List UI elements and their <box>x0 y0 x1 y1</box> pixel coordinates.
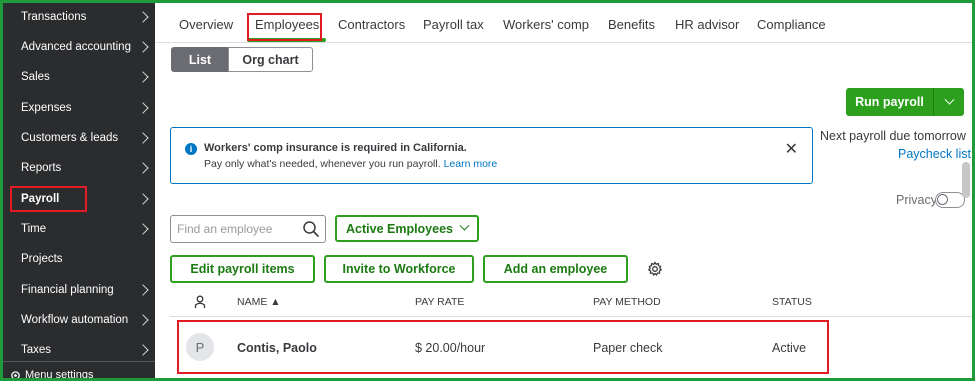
sidebar-item-label: Sales <box>21 71 50 83</box>
search-input[interactable] <box>171 217 296 241</box>
privacy-label: Privacy <box>896 193 937 207</box>
column-header-status: STATUS <box>772 296 812 308</box>
sidebar-item-label: Time <box>21 223 47 235</box>
sidebar-item-label: Customers & leads <box>21 132 119 144</box>
org-chart-view-button[interactable]: Org chart <box>228 47 313 72</box>
sidebar-item-label: Workflow automation <box>21 314 129 326</box>
tab-contractors[interactable]: Contractors <box>338 17 405 32</box>
chevron-right-icon <box>137 193 149 205</box>
edit-payroll-items-button[interactable]: Edit payroll items <box>170 255 315 283</box>
workers-comp-info-banner: i Workers' comp insurance is required in… <box>170 127 813 184</box>
tab-compliance[interactable]: Compliance <box>757 17 826 32</box>
sidebar-item-expenses[interactable]: Expenses <box>0 93 155 123</box>
tab-payroll-tax[interactable]: Payroll tax <box>423 17 484 32</box>
sidebar-item-time[interactable]: Time <box>0 214 155 244</box>
sidebar-item-label: Advanced accounting <box>21 41 131 53</box>
close-icon[interactable]: ✕ <box>785 142 798 158</box>
tab-overview[interactable]: Overview <box>179 17 233 32</box>
tab-hr-advisor[interactable]: HR advisor <box>675 17 739 32</box>
sidebar-item-financial-planning[interactable]: Financial planning <box>0 275 155 305</box>
learn-more-link[interactable]: Learn more <box>444 158 498 170</box>
column-header-pay-rate: PAY RATE <box>415 296 465 308</box>
sidebar-item-workflow-automation[interactable]: Workflow automation <box>0 305 155 335</box>
sidebar-item-transactions[interactable]: Transactions <box>0 2 155 32</box>
column-header-pay-method: PAY METHOD <box>593 296 661 308</box>
chevron-right-icon <box>137 223 149 235</box>
privacy-toggle[interactable] <box>935 192 965 208</box>
sidebar: Transactions Advanced accounting Sales E… <box>0 0 155 381</box>
chevron-down-icon <box>944 94 954 105</box>
active-employees-filter[interactable]: Active Employees <box>335 215 479 242</box>
chevron-right-icon <box>137 71 149 83</box>
gear-icon[interactable] <box>647 261 663 277</box>
info-icon: i <box>185 143 197 155</box>
sidebar-item-label: Expenses <box>21 102 72 114</box>
next-payroll-text: Next payroll due tomorrow <box>820 129 966 143</box>
add-employee-button[interactable]: Add an employee <box>483 255 628 283</box>
sidebar-item-reports[interactable]: Reports <box>0 153 155 183</box>
chevron-right-icon <box>137 102 149 114</box>
sidebar-divider <box>0 361 155 362</box>
list-view-button[interactable]: List <box>171 47 229 72</box>
chevron-right-icon <box>137 132 149 144</box>
sidebar-item-label: Financial planning <box>21 284 114 296</box>
tab-benefits[interactable]: Benefits <box>608 17 655 32</box>
chevron-down-icon <box>459 220 470 231</box>
tabs-divider <box>155 42 975 43</box>
row-divider <box>170 316 975 317</box>
run-payroll-split-button: Run payroll <box>846 88 964 116</box>
sidebar-item-customers-leads[interactable]: Customers & leads <box>0 123 155 153</box>
chevron-right-icon <box>137 284 149 296</box>
chevron-right-icon <box>137 41 149 53</box>
toggle-knob <box>937 194 948 205</box>
sidebar-item-projects[interactable]: Projects <box>0 244 155 274</box>
paycheck-list-link[interactable]: Paycheck list <box>898 147 971 161</box>
column-header-name[interactable]: NAME ▲ <box>237 296 281 308</box>
menu-settings-button[interactable]: Menu settings <box>10 369 93 381</box>
employees-tab-highlight-box <box>247 13 322 41</box>
banner-body-text: Pay only what's needed, whenever you run… <box>204 158 441 170</box>
invite-to-workforce-button[interactable]: Invite to Workforce <box>324 255 474 283</box>
search-icon[interactable] <box>302 220 320 238</box>
banner-title: Workers' comp insurance is required in C… <box>204 142 467 154</box>
run-payroll-button[interactable]: Run payroll <box>846 88 933 116</box>
banner-body: Pay only what's needed, whenever you run… <box>204 158 497 170</box>
scrollbar-thumb[interactable] <box>962 162 970 198</box>
sidebar-item-label: Taxes <box>21 344 52 356</box>
employee-search <box>170 215 326 243</box>
filter-label: Active Employees <box>346 221 453 236</box>
payroll-highlight-box <box>10 186 87 212</box>
chevron-right-icon <box>137 344 149 356</box>
gear-icon <box>11 370 20 380</box>
sidebar-item-sales[interactable]: Sales <box>0 62 155 92</box>
menu-settings-label: Menu settings <box>25 369 94 381</box>
person-icon <box>194 295 206 308</box>
chevron-right-icon <box>137 162 149 174</box>
sidebar-item-label: Transactions <box>21 11 87 23</box>
chevron-right-icon <box>137 11 149 23</box>
employee-row-highlight-box <box>177 320 829 374</box>
sidebar-item-label: Projects <box>21 253 63 265</box>
run-payroll-dropdown-button[interactable] <box>934 88 964 116</box>
sidebar-item-advanced-accounting[interactable]: Advanced accounting <box>0 32 155 62</box>
chevron-right-icon <box>137 314 149 326</box>
sidebar-item-label: Reports <box>21 162 62 174</box>
tab-workers-comp[interactable]: Workers' comp <box>503 17 589 32</box>
